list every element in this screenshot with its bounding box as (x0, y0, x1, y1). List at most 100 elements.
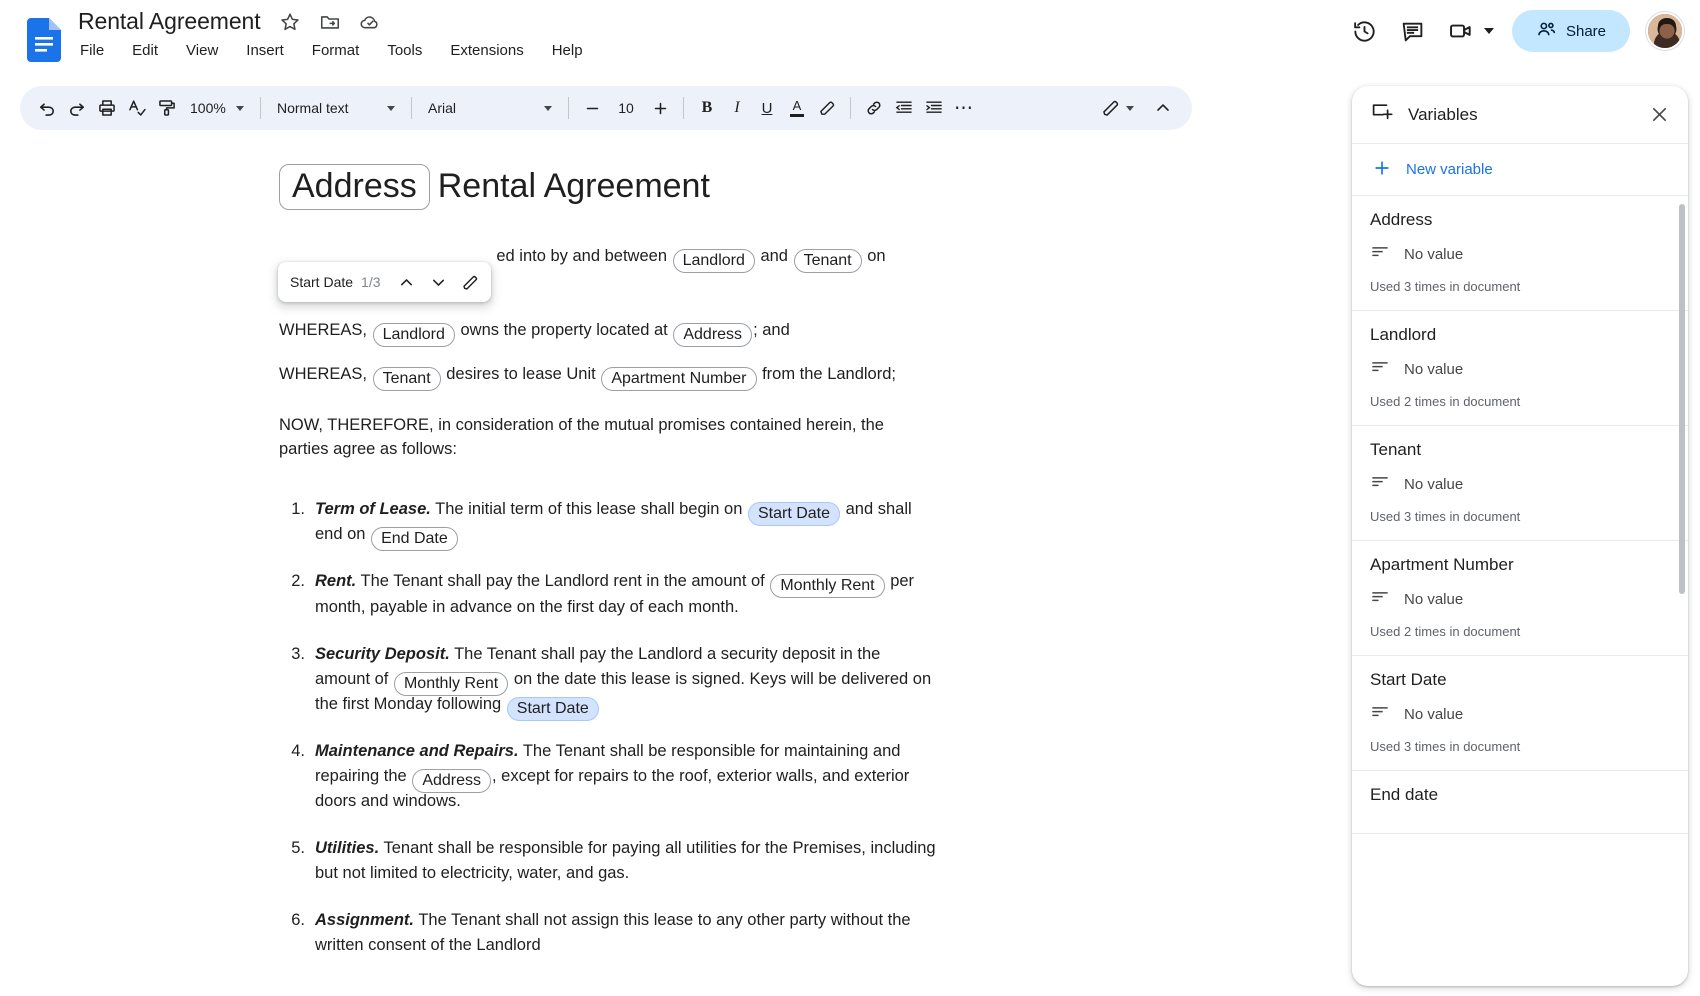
spellcheck-icon[interactable] (122, 93, 152, 123)
document-title[interactable]: Rental Agreement (78, 8, 261, 35)
font-size-increase-button[interactable] (645, 93, 675, 123)
undo-icon[interactable] (32, 93, 62, 123)
underline-button[interactable]: U (752, 93, 782, 123)
menu-help[interactable]: Help (550, 40, 585, 61)
bold-button[interactable]: B (692, 93, 722, 123)
editing-mode-chevron-down-icon[interactable] (1126, 106, 1134, 111)
menu-file[interactable]: File (78, 40, 106, 61)
share-button[interactable]: Share (1512, 10, 1630, 52)
variable-item-end-date[interactable]: End date (1352, 771, 1688, 834)
move-to-folder-icon[interactable] (319, 11, 341, 33)
variable-chip-apartment-number[interactable]: Apartment Number (601, 367, 756, 391)
whereas-paragraph-1: WHEREAS, Landlord owns the property loca… (279, 318, 939, 343)
star-icon[interactable] (279, 11, 301, 33)
pencil-edit-icon[interactable] (457, 268, 485, 296)
share-button-label: Share (1566, 23, 1606, 40)
variable-chip-landlord-1[interactable]: Landlord (673, 249, 755, 273)
version-history-icon[interactable] (1344, 10, 1386, 52)
text-value-icon (1370, 357, 1390, 382)
variable-chip-end-date-1[interactable]: End Date (371, 527, 458, 551)
italic-button[interactable]: I (722, 93, 752, 123)
variable-chip-monthly-rent-2[interactable]: Monthly Rent (394, 672, 508, 696)
list-item-number: 1. (279, 497, 305, 547)
highlight-icon[interactable] (812, 93, 842, 123)
docs-logo[interactable] (27, 18, 61, 62)
underline-label: U (762, 100, 773, 117)
list-item: 6. Assignment. The Tenant shall not assi… (279, 908, 939, 958)
variable-value-row: No value (1370, 357, 1668, 382)
variable-item-landlord[interactable]: Landlord No value Used 2 times in docume… (1352, 311, 1688, 426)
zoom-dropdown[interactable]: 100% (182, 93, 252, 123)
menu-extensions[interactable]: Extensions (448, 40, 525, 61)
link-icon[interactable] (859, 93, 889, 123)
font-family-value: Arial (428, 100, 504, 116)
header-actions: Share (1344, 10, 1684, 52)
list-item-number: 2. (279, 569, 305, 619)
font-size-decrease-button[interactable] (577, 93, 607, 123)
meet-chevron-down-icon[interactable] (1484, 28, 1494, 34)
variable-chip-landlord-2[interactable]: Landlord (373, 323, 455, 347)
variable-item-apartment-number[interactable]: Apartment Number No value Used 2 times i… (1352, 541, 1688, 656)
variable-usage-count: Used 3 times in document (1370, 279, 1668, 294)
list-item-body: Security Deposit. The Tenant shall pay t… (315, 642, 939, 717)
whereas1-p3: ; and (753, 321, 790, 339)
whereas1-p1: WHEREAS, (279, 321, 372, 339)
chevron-up-icon[interactable] (393, 268, 421, 296)
variable-chip-monthly-rent-1[interactable]: Monthly Rent (770, 574, 884, 598)
whereas2-p1: WHEREAS, (279, 365, 372, 383)
variable-chip-address-3[interactable]: Address (412, 769, 491, 793)
variable-chip-address-heading[interactable]: Address (279, 164, 430, 210)
variable-chip-address-2[interactable]: Address (673, 323, 752, 347)
variables-panel: Variables New variable Address No value … (1352, 86, 1688, 986)
menu-insert[interactable]: Insert (244, 40, 286, 61)
more-options-button[interactable]: ⋯ (949, 93, 979, 123)
cloud-saved-icon[interactable] (359, 11, 381, 33)
paragraph-style-dropdown[interactable]: Normal text (269, 93, 403, 123)
collapse-toolbar-icon[interactable] (1148, 93, 1178, 123)
variable-item-address[interactable]: Address No value Used 3 times in documen… (1352, 196, 1688, 311)
menu-format[interactable]: Format (310, 40, 362, 61)
variable-value: No value (1404, 476, 1463, 493)
variables-panel-header: Variables (1352, 86, 1688, 144)
variable-chip-tenant-2[interactable]: Tenant (373, 367, 441, 391)
pen-icon[interactable] (1096, 93, 1126, 123)
close-icon[interactable] (1642, 98, 1676, 132)
chip-popup-count: 1/3 (361, 274, 380, 290)
indent-increase-icon[interactable] (919, 93, 949, 123)
zoom-value: 100% (190, 100, 230, 116)
indent-decrease-icon[interactable] (889, 93, 919, 123)
variable-chip-tenant-1[interactable]: Tenant (794, 249, 862, 273)
variables-panel-title: Variables (1408, 105, 1642, 125)
comment-icon[interactable] (1392, 10, 1434, 52)
font-size-value[interactable]: 10 (611, 100, 641, 116)
menu-tools[interactable]: Tools (385, 40, 424, 61)
avatar[interactable] (1646, 12, 1684, 50)
meet-button-group[interactable] (1440, 10, 1500, 52)
variable-name: Apartment Number (1370, 555, 1668, 575)
editing-mode-group[interactable] (1096, 93, 1134, 123)
paint-format-icon[interactable] (152, 93, 182, 123)
variable-usage-count: Used 2 times in document (1370, 394, 1668, 409)
variable-item-start-date[interactable]: Start Date No value Used 3 times in docu… (1352, 656, 1688, 771)
intro-tail-text: on (863, 247, 886, 265)
meet-camera-icon[interactable] (1440, 10, 1482, 52)
plus-icon (1372, 158, 1392, 182)
toolbar-divider (411, 97, 412, 119)
list-item-body: Rent. The Tenant shall pay the Landlord … (315, 569, 939, 619)
text-color-button[interactable]: A (782, 93, 812, 123)
document-canvas: Address Rental Agreement This lease agre… (0, 142, 1200, 996)
chevron-down-icon[interactable] (425, 268, 453, 296)
variable-chip-start-date-2[interactable]: Start Date (507, 697, 599, 721)
variable-item-tenant[interactable]: Tenant No value Used 3 times in document (1352, 426, 1688, 541)
clause-title: Utilities. (315, 839, 379, 857)
variables-panel-scrollbar[interactable] (1679, 204, 1685, 594)
redo-icon[interactable] (62, 93, 92, 123)
new-variable-button[interactable]: New variable (1352, 144, 1688, 196)
print-icon[interactable] (92, 93, 122, 123)
menu-edit[interactable]: Edit (130, 40, 160, 61)
chip-popup-label: Start Date (290, 274, 353, 290)
text-color-label: A (793, 99, 802, 112)
variable-chip-start-date-1[interactable]: Start Date (748, 502, 840, 526)
menu-view[interactable]: View (184, 40, 220, 61)
font-family-dropdown[interactable]: Arial (420, 93, 560, 123)
